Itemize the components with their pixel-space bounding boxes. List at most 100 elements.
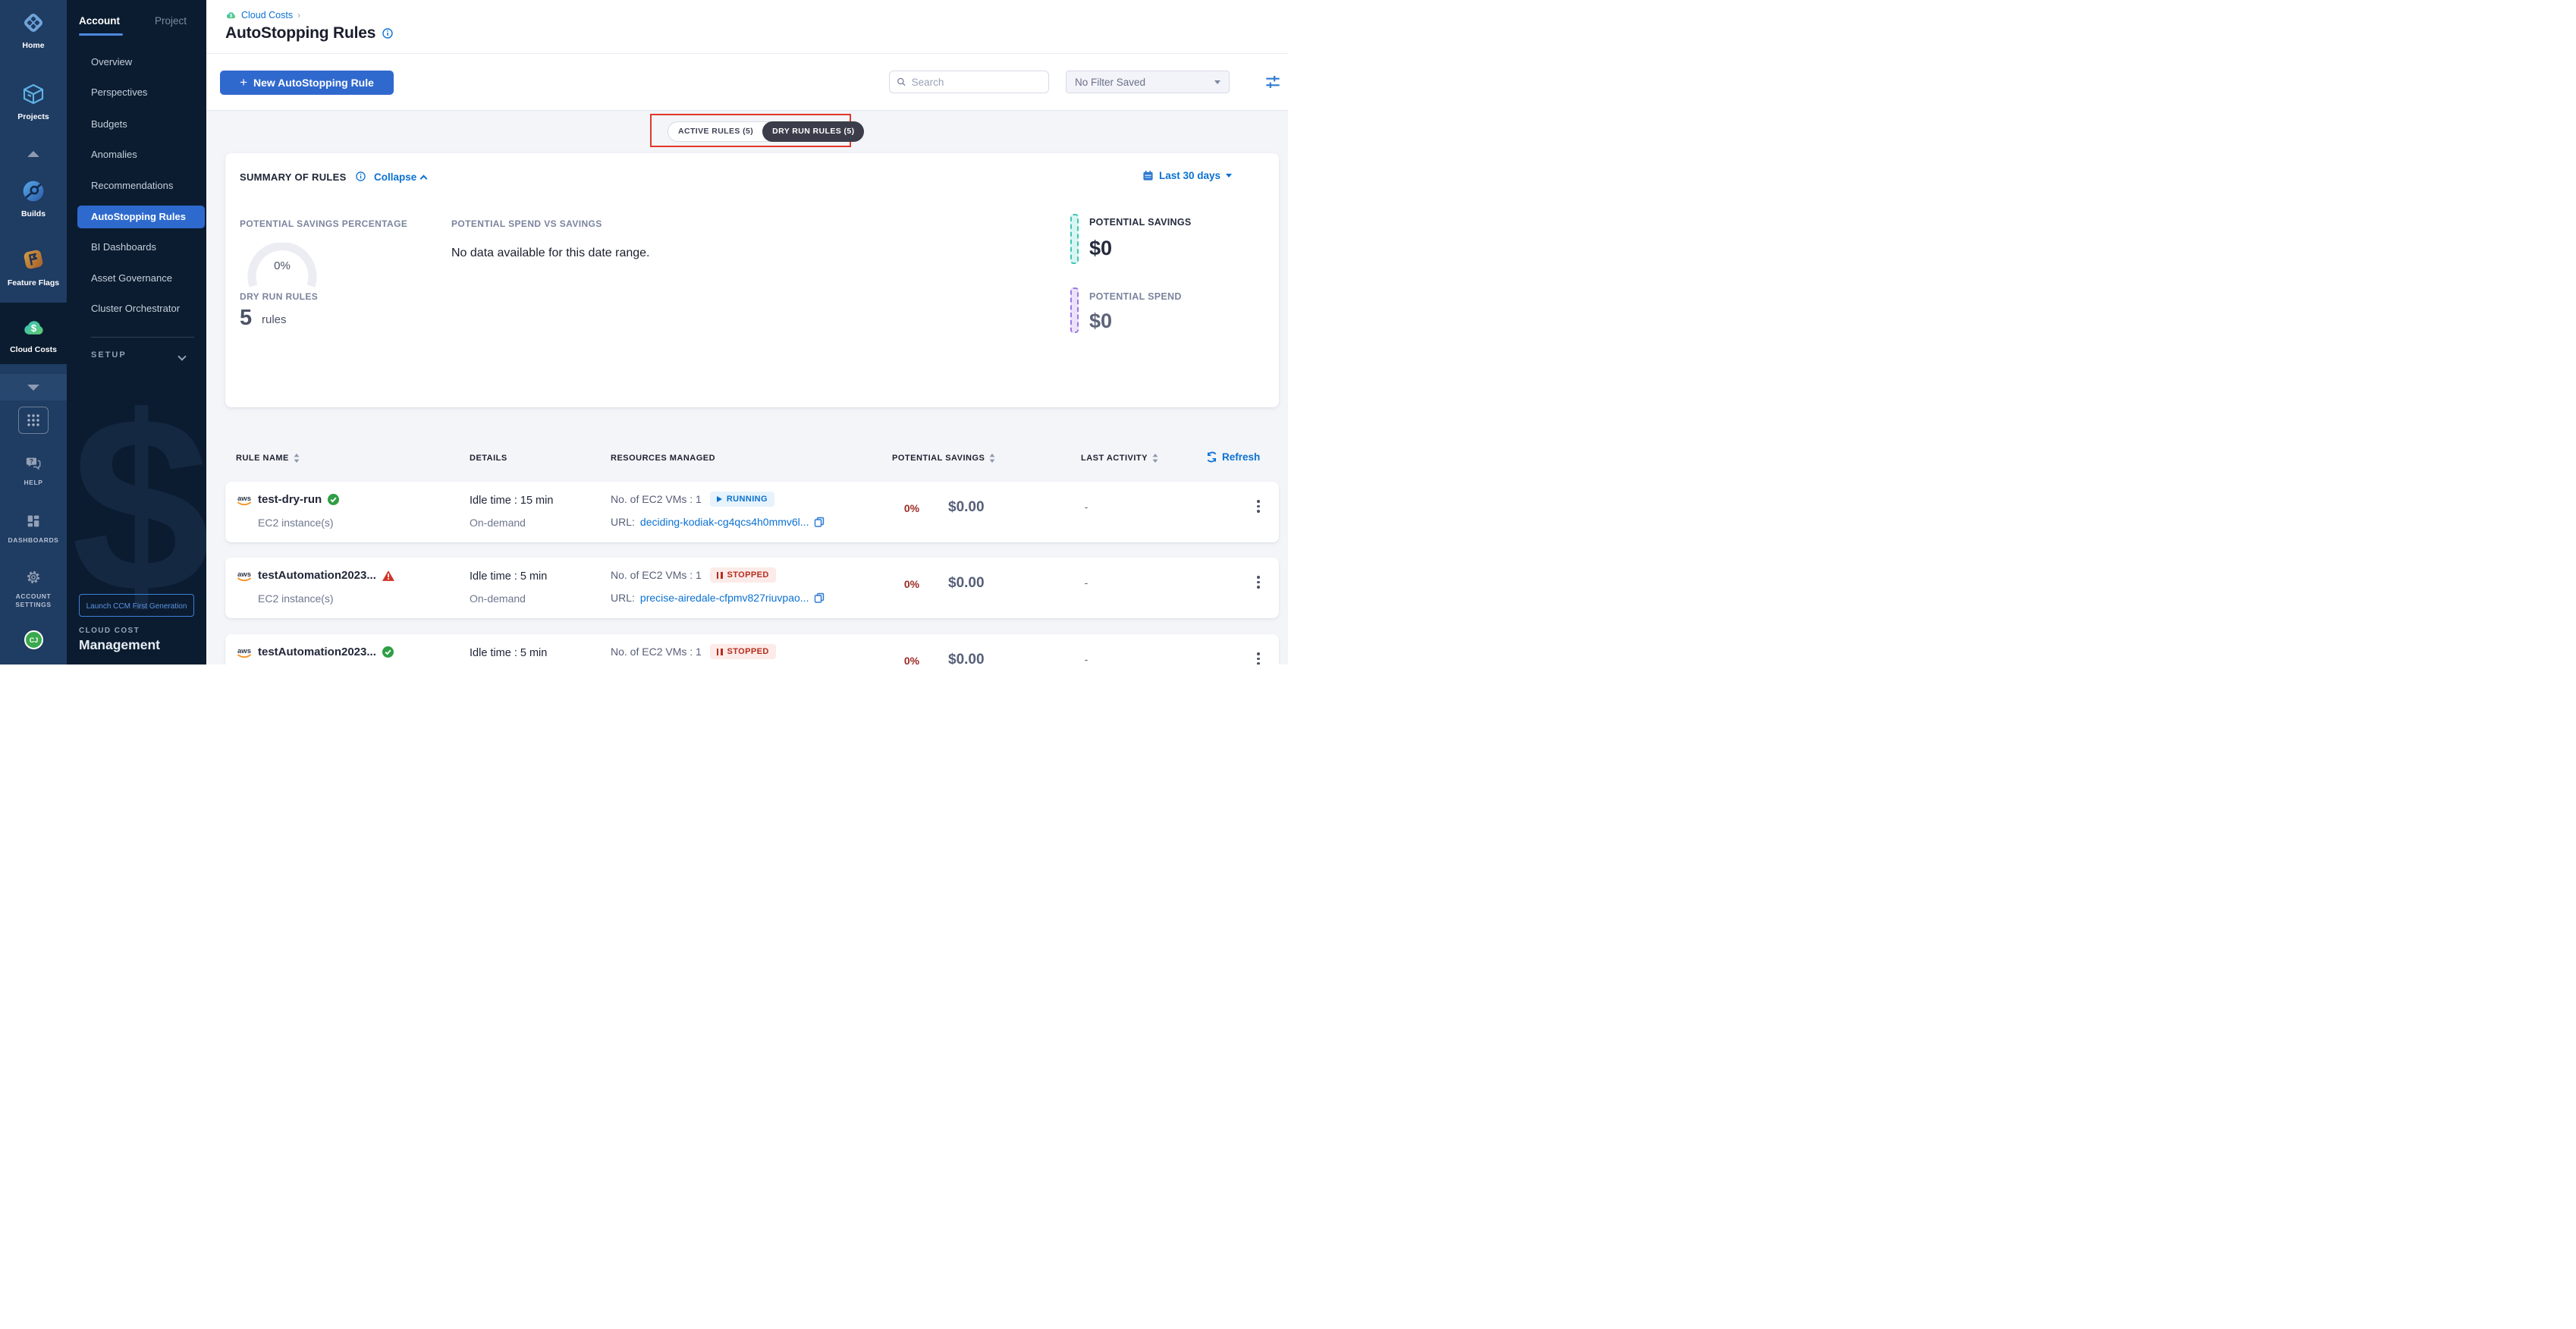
success-icon [328,494,339,505]
search-input[interactable] [912,77,1041,88]
sidenav-item-budgets[interactable]: Budgets [91,118,127,130]
sidebar-item-dashboards-label: DASHBOARDS [0,536,67,545]
sidenav-item-overview[interactable]: Overview [91,56,132,68]
pause-icon [717,649,723,655]
potential-spend-bar [1070,287,1079,333]
launch-ccm-first-gen-button[interactable]: Launch CCM First Generation [79,594,194,617]
rule-name[interactable]: testAutomation2023... [258,646,376,658]
sidebar-item-account-settings[interactable]: ACCOUNT SETTINGS [0,569,67,610]
rule-name[interactable]: testAutomation2023... [258,569,376,582]
page-header: $ Cloud Costs › AutoStopping Rules [206,0,1288,54]
tab-dry-run-rules[interactable]: DRY RUN RULES (5) [762,121,864,142]
aws-icon: aws [235,646,253,663]
dashboards-icon [25,513,42,529]
sidenav-item-perspectives[interactable]: Perspectives [91,86,147,98]
svg-text:$: $ [30,322,36,334]
savings-percentage: 0% [893,502,931,514]
svg-text:aws: aws [237,647,251,655]
warning-icon [382,570,394,581]
feature-flags-icon [20,247,46,272]
play-icon [717,496,722,502]
sidenav-item-asset-governance[interactable]: Asset Governance [91,272,172,284]
sidenav-item-autostopping-rules-label: AutoStopping Rules [91,211,186,222]
sidebar-item-projects[interactable]: Projects [0,82,67,121]
sort-icon [989,454,995,463]
status-badge: STOPPED [710,644,776,659]
sidebar-item-home[interactable]: Home [0,11,67,50]
sidenav-item-recommendations[interactable]: Recommendations [91,180,173,191]
vm-count: No. of EC2 VMs : 1 [611,493,702,505]
breadcrumb-cloud-costs[interactable]: Cloud Costs [241,10,293,20]
table-row[interactable]: aws testAutomation2023... EC2 instance(s… [225,558,1279,618]
user-avatar[interactable]: CJ [24,630,43,649]
svg-text:?: ? [30,458,33,465]
sidebar-item-cloud-costs[interactable]: $ Cloud Costs [0,314,67,354]
filter-panel-button[interactable] [1263,72,1283,92]
home-icon [21,11,46,35]
svg-text:aws: aws [237,570,251,579]
vm-count: No. of EC2 VMs : 1 [611,569,702,581]
row-menu-button[interactable] [1251,500,1266,523]
table-row[interactable]: aws test-dry-run EC2 instance(s) Idle ti… [225,482,1279,542]
copy-icon[interactable] [814,592,825,603]
rail-collapse-up[interactable] [0,147,67,161]
row-menu-button[interactable] [1251,576,1266,599]
rail-collapse-down[interactable] [0,381,67,394]
summary-info-icon[interactable] [356,171,366,181]
potential-spend-value: $0 [1089,309,1112,333]
tab-project[interactable]: Project [155,15,187,27]
date-range-selector[interactable]: Last 30 days [1142,170,1232,181]
tab-account[interactable]: Account [79,15,120,27]
gear-icon [25,569,42,586]
sidenav-setup[interactable]: SETUP [91,350,127,360]
sidenav-item-cluster-orchestrator[interactable]: Cluster Orchestrator [91,303,180,314]
rule-name[interactable]: test-dry-run [258,493,322,506]
chevron-down-icon [27,385,39,391]
projects-icon [21,82,46,106]
savings-amount: $0.00 [948,652,985,664]
sidenav-item-autostopping-rules[interactable]: AutoStopping Rules [77,206,205,228]
new-autostopping-rule-label: New AutoStopping Rule [253,77,374,89]
dry-run-unit: rules [262,313,287,326]
title-info-icon[interactable] [382,28,393,39]
sidebar-item-help[interactable]: ? HELP [0,454,67,487]
row-menu-button[interactable] [1251,652,1266,664]
sidebar-item-cloud-costs-label: Cloud Costs [0,345,67,354]
copy-icon[interactable] [814,517,825,527]
refresh-icon [1206,451,1217,463]
sidebar-item-help-label: HELP [0,479,67,487]
dollar-watermark: $ [71,379,206,630]
sidebar-item-dashboards[interactable]: DASHBOARDS [0,513,67,545]
fulfilment-plan: On-demand [470,592,526,605]
sidenav-item-anomalies[interactable]: Anomalies [91,149,137,160]
rule-url-link[interactable]: precise-airedale-cfpmv827riuvpao... [640,592,809,604]
column-header-potential-savings[interactable]: POTENTIAL SAVINGS [892,454,995,463]
saved-filter-value: No Filter Saved [1075,77,1145,88]
dry-run-rules-label: DRY RUN RULES [240,291,318,302]
setup-chevron-down-icon[interactable] [177,352,186,360]
column-header-rule-name[interactable]: RULE NAME [236,454,300,463]
table-row[interactable]: aws testAutomation2023... Idle time : 5 … [225,634,1279,664]
column-header-last-activity[interactable]: LAST ACTIVITY [1081,454,1158,463]
refresh-button[interactable]: Refresh [1206,451,1260,463]
savings-amount: $0.00 [948,499,985,516]
sidebar-item-builds[interactable]: Builds [0,179,67,218]
pause-icon [717,572,723,579]
new-autostopping-rule-button[interactable]: + New AutoStopping Rule [220,71,394,95]
collapse-label: Collapse [374,171,416,183]
sidebar-item-projects-label: Projects [0,112,67,121]
collapse-chevron-icon [420,174,428,182]
saved-filter-dropdown[interactable]: No Filter Saved [1066,71,1230,93]
tab-active-rules[interactable]: ACTIVE RULES (5) [668,122,763,141]
sidebar-item-feature-flags[interactable]: Feature Flags [0,247,67,287]
rule-url-link[interactable]: deciding-kodiak-cg4qcs4h0mmv6l... [640,516,809,528]
sidenav-item-bi-dashboards[interactable]: BI Dashboards [91,241,156,253]
last-activity-value: - [1079,653,1094,664]
instance-type: EC2 instance(s) [258,592,334,605]
collapse-toggle[interactable]: Collapse [374,171,426,183]
aws-icon: aws [235,493,253,511]
url-label: URL: [611,516,635,528]
builds-icon [21,179,46,203]
module-picker-button[interactable] [18,407,49,434]
svg-text:aws: aws [237,495,251,503]
